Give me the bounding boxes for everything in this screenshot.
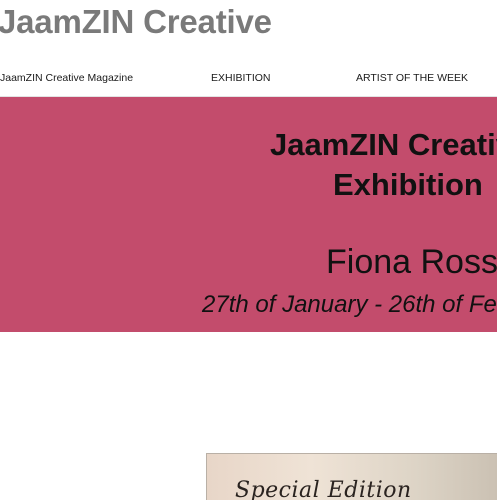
exhibition-banner: JaamZIN Creative Exhibition Fiona Ross 2… [0,97,497,332]
nav-item-exhibition[interactable]: EXHIBITION [211,72,271,84]
banner-title-line1: JaamZIN Creative [270,127,497,162]
nav-item-artist-of-the-week[interactable]: ARTIST OF THE WEEK [356,72,468,84]
magazine-cover-image[interactable]: Special Edition [206,453,497,500]
banner-title-line2: Exhibition [333,167,483,202]
banner-dates: 27th of January - 26th of February [202,291,497,318]
nav-item-magazine[interactable]: JaamZIN Creative Magazine [0,72,133,84]
site-title[interactable]: JaamZIN Creative [0,3,272,41]
cover-script-text: Special Edition [235,478,412,500]
main-nav: JaamZIN Creative Magazine EXHIBITION ART… [0,72,497,86]
page: JaamZIN Creative JaamZIN Creative Magazi… [0,0,497,500]
banner-artist-name: Fiona Ross [326,243,497,281]
